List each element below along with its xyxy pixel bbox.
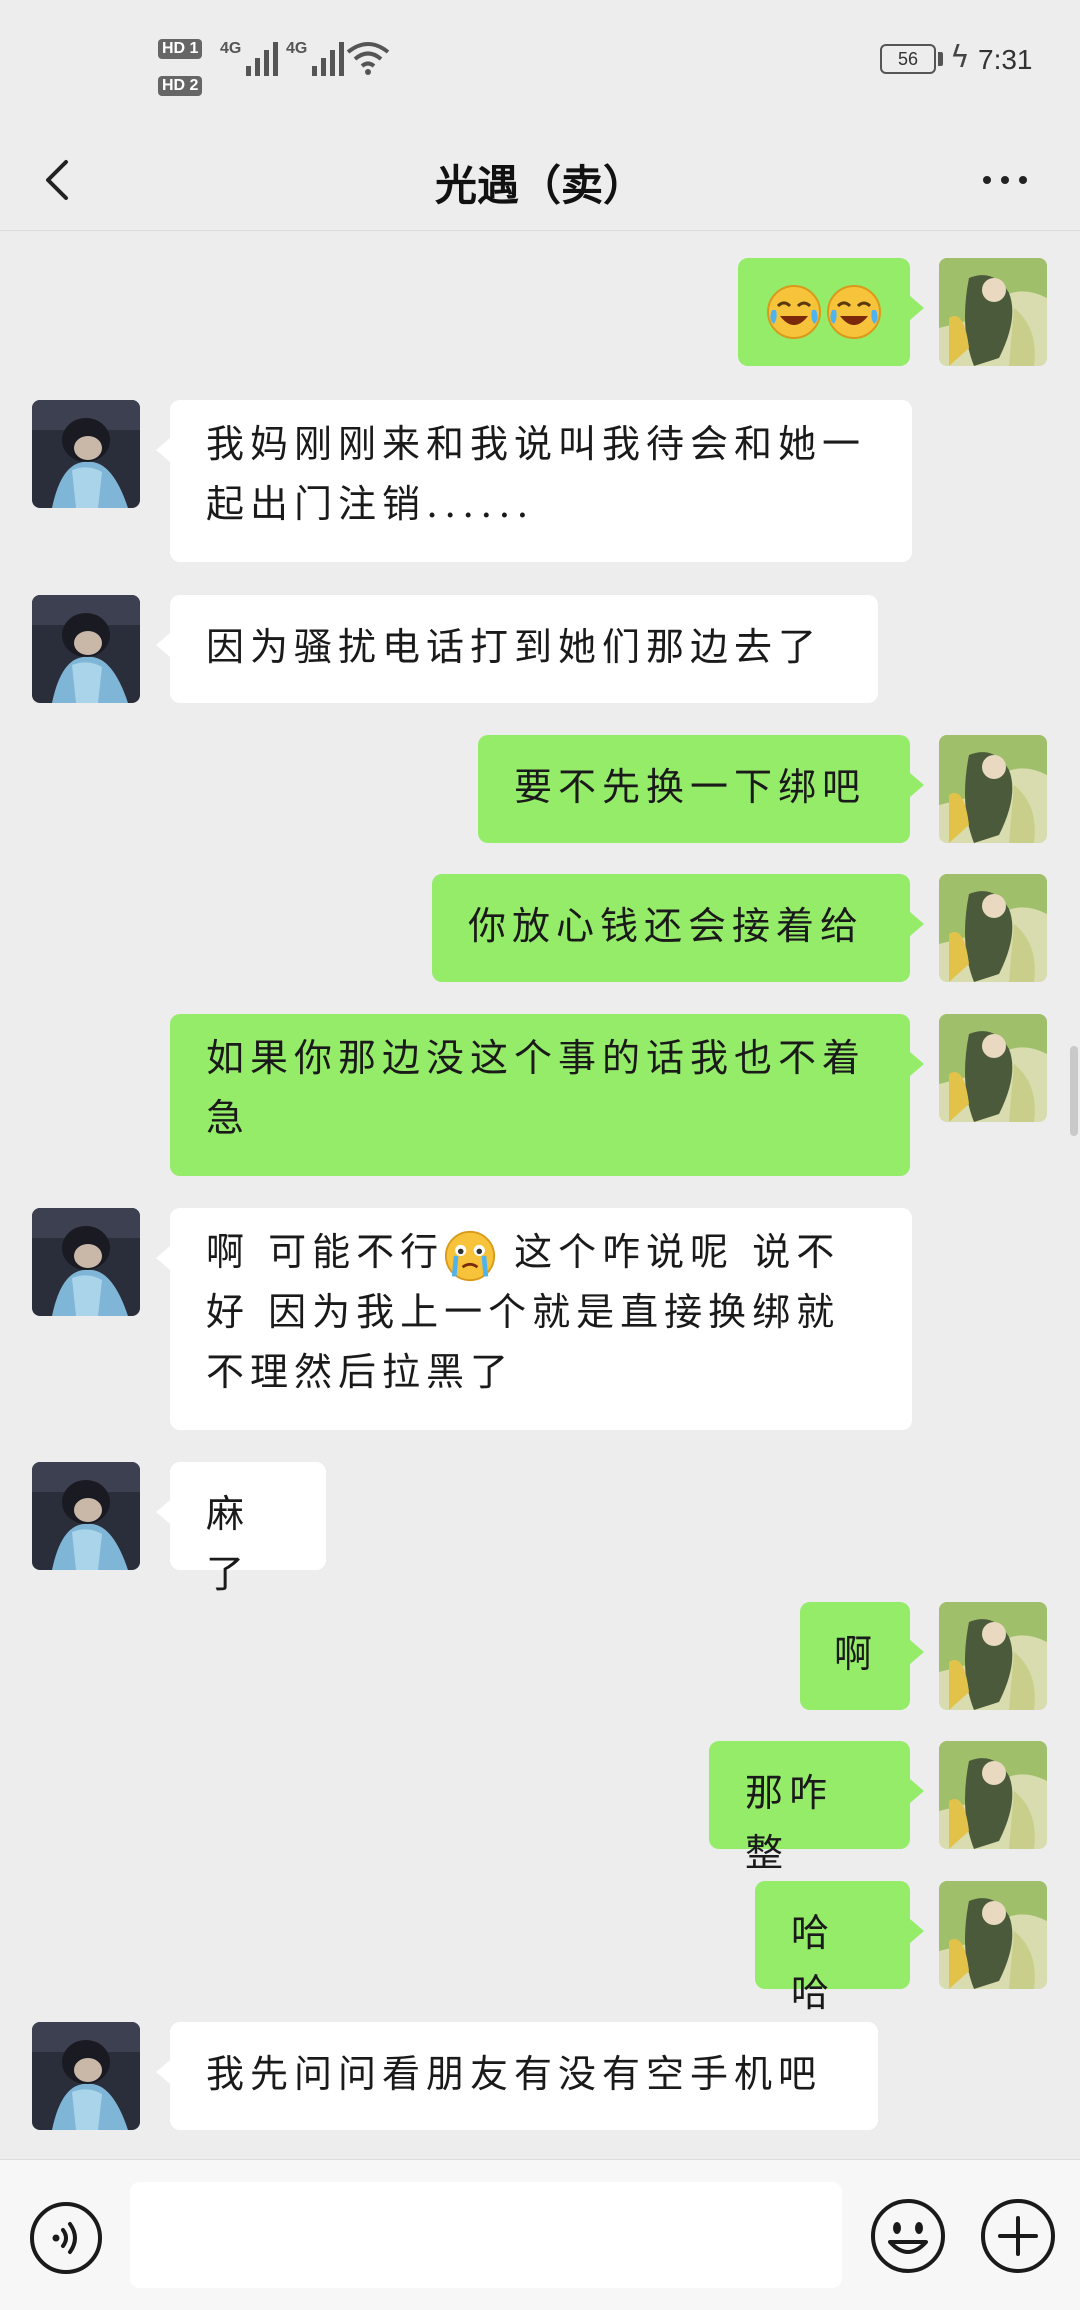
avatar-image: [32, 2022, 140, 2130]
emoji-icon: [871, 2199, 945, 2273]
message-bubble-outgoing[interactable]: 哈哈: [755, 1881, 924, 2015]
my-avatar[interactable]: [939, 735, 1047, 843]
message-bubble-outgoing[interactable]: [738, 258, 924, 366]
crying-laughing-emoji-icon: [827, 285, 881, 339]
clock: 7:31: [978, 44, 1033, 75]
crying-laughing-emoji-icon: [767, 285, 821, 339]
hd-badge-2: HD 2: [158, 76, 203, 96]
wifi-icon: [346, 42, 390, 75]
message-list[interactable]: 我妈刚刚来和我说叫我待会和她一起出门注销...... 因为骚扰电话打到她们那边去…: [0, 231, 1080, 2159]
message-bubble-incoming[interactable]: 因为骚扰电话打到她们那边去了: [156, 595, 878, 703]
more-dot-icon: [1019, 176, 1027, 184]
input-bar: [0, 2159, 1080, 2310]
more-functions-button[interactable]: [978, 2196, 1058, 2276]
contact-avatar[interactable]: [32, 2022, 140, 2130]
my-avatar[interactable]: [939, 1741, 1047, 1849]
signal-icon: [312, 40, 344, 76]
my-avatar[interactable]: [939, 1014, 1047, 1122]
my-avatar[interactable]: [939, 1602, 1047, 1710]
voice-icon: [30, 2202, 102, 2274]
avatar-image: [32, 595, 140, 703]
message-text: 啊 可能不行: [206, 1230, 445, 1274]
voice-button[interactable]: [28, 2200, 104, 2276]
my-avatar[interactable]: [939, 1881, 1047, 1989]
avatar-image: [32, 400, 140, 508]
signal-icon: [246, 40, 278, 76]
contact-avatar[interactable]: [32, 400, 140, 508]
message-bubble-incoming[interactable]: 啊 可能不行 这个咋说呢 说不好 因为我上一个就是直接换绑就不理然后拉黑了: [156, 1208, 912, 1430]
avatar-image: [939, 735, 1047, 843]
avatar-image: [939, 1741, 1047, 1849]
avatar-image: [939, 1014, 1047, 1122]
sim-indicators: HD 1 HD 2: [158, 30, 210, 104]
status-bar: HD 1 HD 2 4G 4G 56 ϟ 7:31: [0, 0, 1080, 130]
message-bubble-outgoing[interactable]: 如果你那边没这个事的话我也不着急: [170, 1014, 924, 1176]
message-input[interactable]: [130, 2182, 842, 2288]
plus-icon: [981, 2199, 1055, 2273]
chat-screen: HD 1 HD 2 4G 4G 56 ϟ 7:31 光遇（卖） 我妈刚刚来和我说…: [0, 0, 1080, 2310]
message-bubble-outgoing[interactable]: 啊: [800, 1602, 924, 1710]
network-type-1: 4G: [220, 40, 242, 57]
avatar-image: [32, 1208, 140, 1316]
emoji-button[interactable]: [868, 2196, 948, 2276]
message-bubble-outgoing[interactable]: 那咋整: [709, 1741, 924, 1875]
battery-level: 56: [880, 44, 936, 74]
battery-tip: [938, 52, 943, 66]
more-options-button[interactable]: [970, 150, 1040, 210]
avatar-image: [939, 874, 1047, 982]
contact-avatar[interactable]: [32, 1208, 140, 1316]
message-bubble-incoming[interactable]: 我妈刚刚来和我说叫我待会和她一起出门注销......: [156, 400, 912, 562]
more-dot-icon: [1001, 176, 1009, 184]
avatar-image: [939, 258, 1047, 366]
avatar-image: [939, 1602, 1047, 1710]
message-bubble-incoming[interactable]: 麻了: [156, 1462, 326, 1596]
contact-avatar[interactable]: [32, 595, 140, 703]
avatar-image: [939, 1881, 1047, 1989]
message-bubble-incoming[interactable]: 我先问问看朋友有没有空手机吧: [156, 2022, 878, 2130]
my-avatar[interactable]: [939, 258, 1047, 366]
chat-header: 光遇（卖）: [0, 130, 1080, 230]
teary-face-emoji-icon: [445, 1230, 496, 1281]
more-dot-icon: [983, 176, 991, 184]
charging-icon: ϟ: [950, 40, 970, 75]
scrollbar[interactable]: [1070, 1046, 1078, 1136]
message-bubble-outgoing[interactable]: 你放心钱还会接着给: [432, 874, 924, 982]
network-type-2: 4G: [286, 40, 308, 57]
hd-badge-1: HD 1: [158, 39, 203, 59]
avatar-image: [32, 1462, 140, 1570]
chat-title: 光遇（卖）: [434, 161, 645, 210]
message-bubble-outgoing[interactable]: 要不先换一下绑吧: [478, 735, 924, 843]
my-avatar[interactable]: [939, 874, 1047, 982]
contact-avatar[interactable]: [32, 1462, 140, 1570]
